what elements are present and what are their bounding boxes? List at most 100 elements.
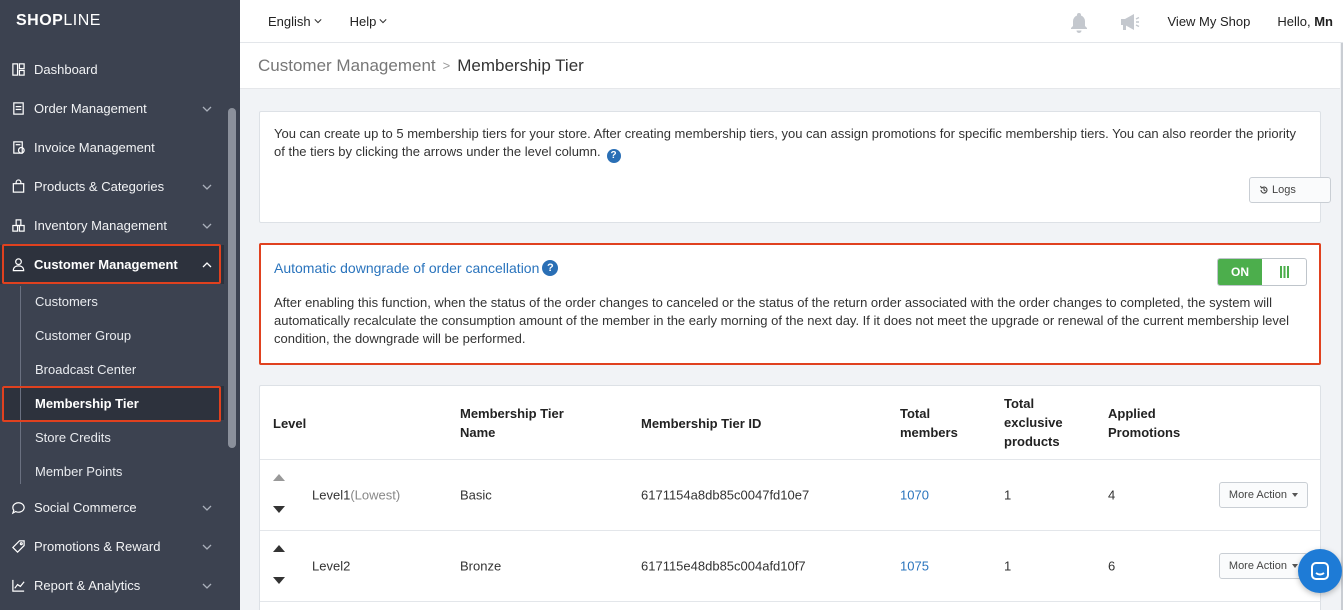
reorder-arrows: [273, 545, 287, 589]
sidebar-item-invoice-management[interactable]: Invoice Management: [0, 128, 224, 167]
cell-name: Basic: [460, 487, 492, 503]
more-action-button[interactable]: More Action: [1218, 553, 1308, 579]
cell-products: 1: [1004, 558, 1012, 574]
sidebar-subitem-member-points[interactable]: Member Points: [20, 454, 224, 488]
col-header-promotions: Applied Promotions: [1108, 404, 1180, 442]
language-dropdown[interactable]: English: [268, 14, 322, 29]
invoice-icon: [10, 140, 26, 156]
cell-name: Bronze: [460, 558, 502, 574]
sidebar-item-promotions-reward[interactable]: Promotions & Reward: [0, 527, 224, 566]
info-text-body: You can create up to 5 membership tiers …: [274, 126, 1296, 159]
cell-members-link[interactable]: 1070: [900, 488, 929, 503]
col-header-products-line3: products: [1004, 434, 1060, 449]
move-down-icon[interactable]: [273, 506, 285, 513]
move-up-icon[interactable]: [273, 474, 285, 481]
chevron-up-icon: [202, 261, 212, 267]
help-icon[interactable]: ?: [542, 260, 559, 276]
chevron-down-icon: [314, 19, 322, 24]
sidebar-item-dashboard[interactable]: Dashboard: [0, 50, 224, 89]
col-header-name-line1: Membership Tier: [460, 406, 564, 421]
sidebar-item-customer-management[interactable]: Customer Management: [0, 245, 224, 284]
logo-text-thin: LINE: [63, 12, 101, 29]
cell-level: Level1(Lowest): [312, 488, 400, 503]
page-title: Membership Tier: [457, 55, 584, 75]
col-header-promotions-line1: Applied: [1108, 406, 1156, 421]
sidebar-item-products-categories[interactable]: Products & Categories: [0, 167, 224, 206]
logs-button[interactable]: Logs: [1249, 177, 1331, 203]
cell-id: 617115e48db85c004afd10f7: [641, 558, 806, 574]
sidebar-item-label: Dashboard: [34, 62, 98, 77]
reorder-arrows: [273, 474, 287, 518]
bell-icon[interactable]: [1068, 11, 1090, 33]
breadcrumb-separator-icon: >: [442, 58, 451, 73]
live-chat-button[interactable]: [1298, 549, 1342, 593]
col-header-members: Total members: [900, 404, 958, 442]
sidebar-item-inventory-management[interactable]: Inventory Management: [0, 206, 224, 245]
table-row: Level2 Bronze 617115e48db85c004afd10f7 1…: [260, 531, 1320, 602]
bag-icon: [10, 179, 26, 195]
move-down-icon[interactable]: [273, 577, 285, 584]
sidebar-scrollbar[interactable]: [228, 108, 236, 448]
megaphone-icon[interactable]: [1118, 11, 1140, 33]
history-icon: [1260, 185, 1268, 194]
sidebar-subitem-customers[interactable]: Customers: [20, 284, 224, 318]
cell-products: 1: [1004, 487, 1012, 503]
help-icon[interactable]: ?: [606, 149, 621, 163]
sidebar-item-label: Report & Analytics: [34, 578, 141, 593]
level-note: (Lowest): [350, 487, 401, 503]
cell-members-link[interactable]: 1075: [900, 559, 929, 574]
more-action-button[interactable]: More Action: [1218, 482, 1308, 508]
info-text: You can create up to 5 membership tiers …: [274, 125, 1306, 163]
inventory-icon: [10, 218, 26, 234]
help-dropdown[interactable]: Help: [350, 14, 388, 29]
move-up-icon[interactable]: [273, 545, 285, 552]
table-row: Level1(Lowest) Basic 6171154a8db85c0047f…: [260, 460, 1320, 531]
sidebar: SHOP LINE Dashboard Order Management Invo…: [0, 0, 240, 610]
auto-downgrade-toggle[interactable]: ON: [1217, 258, 1307, 286]
chevron-down-icon: [202, 505, 212, 511]
sidebar-item-order-management[interactable]: Order Management: [0, 89, 224, 128]
chart-icon: [10, 578, 26, 594]
sidebar-subitem-customer-group[interactable]: Customer Group: [20, 318, 224, 352]
hello-prefix: Hello,: [1277, 14, 1315, 29]
caret-down-icon: [1292, 564, 1298, 568]
membership-info-panel: You can create up to 5 membership tiers …: [259, 111, 1321, 223]
help-label: Help: [349, 13, 377, 29]
toggle-grip-icon: [1262, 259, 1306, 285]
col-header-products: Total exclusive products: [1004, 394, 1063, 451]
language-label: English: [268, 13, 311, 29]
sidebar-item-label: Invoice Management: [34, 140, 155, 155]
level-text: Level1: [312, 487, 351, 503]
caret-down-icon: [1292, 493, 1298, 497]
view-my-shop-link[interactable]: View My Shop: [1168, 14, 1251, 29]
col-header-name: Membership Tier Name: [460, 404, 564, 442]
chevron-down-icon: [202, 184, 212, 190]
logo-text-bold: SHOP: [16, 12, 64, 29]
shopline-logo[interactable]: SHOP LINE: [0, 0, 240, 42]
sidebar-item-report-analytics[interactable]: Report & Analytics: [0, 566, 224, 605]
sidebar-item-label: Customer Management: [34, 257, 178, 272]
user-icon: [10, 257, 26, 273]
sidebar-subitem-membership-tier[interactable]: Membership Tier: [2, 386, 224, 420]
col-header-level: Level: [273, 416, 307, 431]
topbar: English Help View My Shop Hello, Mn: [240, 0, 1343, 43]
chat-bubble-icon: [1311, 562, 1329, 580]
col-header-members-line2: members: [900, 425, 958, 440]
order-icon: [10, 101, 26, 117]
user-menu[interactable]: Hello, Mn: [1277, 14, 1333, 29]
level-text: Level2: [312, 558, 351, 574]
chevron-down-icon: [379, 19, 387, 24]
col-header-promotions-line2: Promotions: [1108, 425, 1181, 440]
cell-promotions: 6: [1108, 558, 1116, 574]
breadcrumb-parent-link[interactable]: Customer Management: [258, 56, 436, 76]
col-header-products-line2: exclusive: [1004, 415, 1063, 430]
sidebar-subitem-store-credits[interactable]: Store Credits: [20, 420, 224, 454]
sidebar-subitem-broadcast-center[interactable]: Broadcast Center: [20, 352, 224, 386]
col-header-members-line1: Total: [900, 406, 931, 421]
sidebar-item-label: Social Commerce: [34, 500, 137, 515]
more-action-label: More Action: [1228, 560, 1287, 572]
auto-downgrade-panel: Automatic downgrade of order cancellatio…: [259, 243, 1321, 365]
logs-label: Logs: [1272, 184, 1296, 196]
sidebar-item-social-commerce[interactable]: Social Commerce: [0, 488, 224, 527]
user-name: Mn: [1314, 14, 1333, 29]
